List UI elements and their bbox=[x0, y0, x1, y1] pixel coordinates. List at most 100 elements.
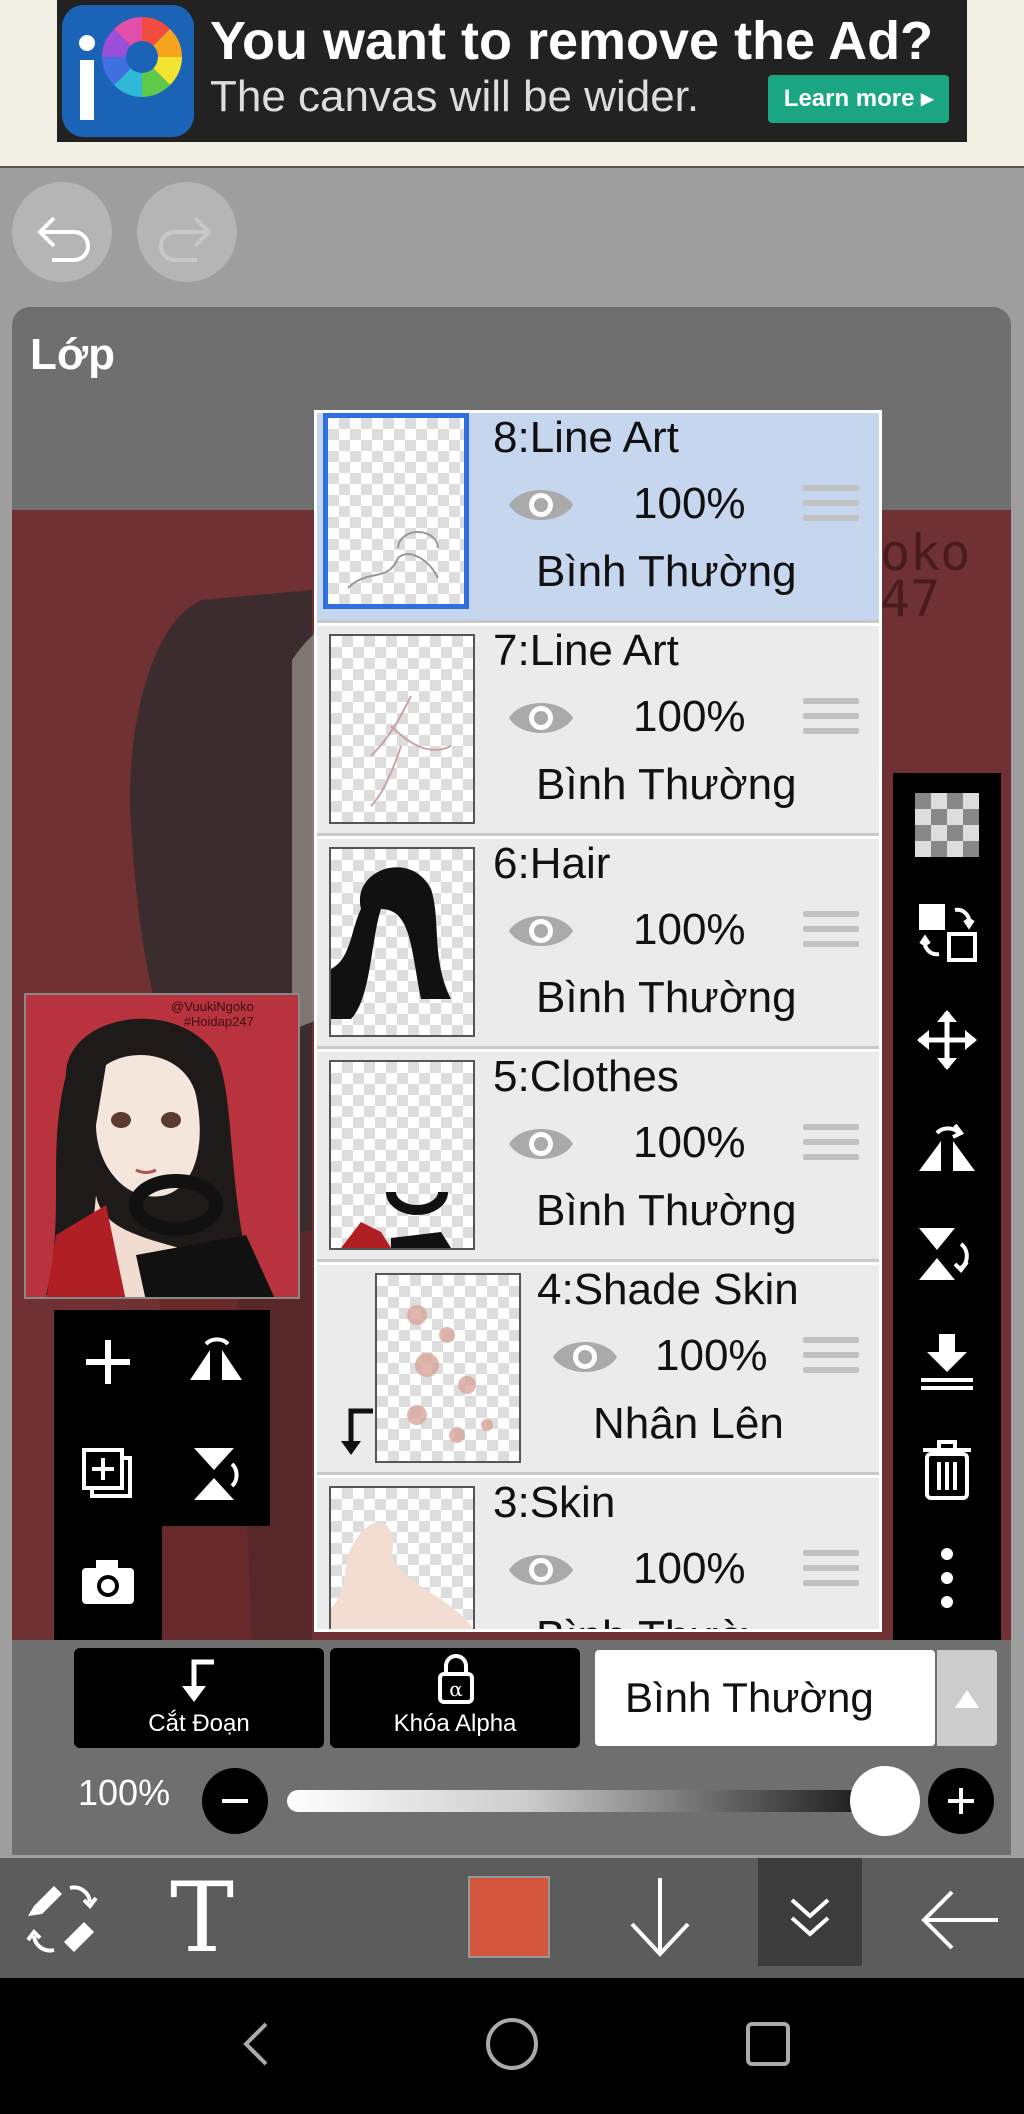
more-vertical-icon bbox=[941, 1548, 953, 1608]
alpha-lock-button[interactable]: α Khóa Alpha bbox=[330, 1648, 580, 1748]
layer-row[interactable]: 3:Skin 100% Bình Thườ... bbox=[317, 1478, 879, 1629]
layer-blend-mode: Bình Thườ... bbox=[536, 1612, 784, 1629]
layer-thumbnail[interactable] bbox=[329, 847, 475, 1037]
arrow-left-icon bbox=[921, 1890, 998, 1950]
layer-thumbnail[interactable] bbox=[323, 413, 469, 609]
canvas-preview[interactable]: @VuukiNgoko #Hoidap247 bbox=[24, 993, 300, 1299]
camera-import-button[interactable] bbox=[76, 1550, 140, 1614]
current-color-swatch[interactable] bbox=[468, 1876, 550, 1958]
eye-icon[interactable] bbox=[505, 692, 577, 744]
nav-home-button[interactable] bbox=[484, 2016, 540, 2072]
tool-switch-button[interactable] bbox=[20, 1876, 104, 1960]
layer-panel-toggle-button[interactable] bbox=[758, 1858, 862, 1966]
layer-list[interactable]: 8:Line Art 100% Bình Thường 7:Line Art 1… bbox=[314, 410, 882, 1632]
flip-horizontal-button[interactable] bbox=[915, 1115, 979, 1179]
alpha-lock-label: Khóa Alpha bbox=[393, 1710, 517, 1737]
flip-layer-horizontal-button[interactable] bbox=[184, 1330, 248, 1394]
transparent-fill-button[interactable] bbox=[915, 793, 979, 857]
move-icon bbox=[917, 1010, 977, 1070]
watermark-line-2: #Hoidap247 bbox=[183, 1014, 254, 1029]
chevron-double-down-icon bbox=[790, 1898, 830, 1937]
layer-row[interactable]: 4:Shade Skin 100% Nhân Lên bbox=[317, 1265, 879, 1475]
merge-down-icon bbox=[921, 1334, 973, 1390]
text-tool-icon[interactable]: T bbox=[170, 1868, 250, 1968]
drag-handle-icon[interactable] bbox=[803, 911, 859, 957]
layer-row[interactable]: 8:Line Art 100% Bình Thường bbox=[317, 413, 879, 623]
nav-home-icon bbox=[486, 2018, 538, 2070]
merge-down-button[interactable] bbox=[915, 1330, 979, 1394]
layer-opacity: 100% bbox=[633, 479, 746, 528]
redo-button[interactable] bbox=[137, 182, 237, 282]
svg-text:α: α bbox=[449, 1677, 463, 1701]
blend-mode-dropdown-button[interactable] bbox=[937, 1650, 997, 1746]
swap-layer-button[interactable] bbox=[915, 900, 979, 964]
layer-thumbnail[interactable] bbox=[329, 1060, 475, 1250]
layer-row[interactable]: 6:Hair 100% Bình Thường bbox=[317, 839, 879, 1049]
clipping-button[interactable]: Cắt Đoạn bbox=[74, 1648, 324, 1748]
brush-eraser-swap-icon bbox=[26, 1885, 98, 1953]
drag-handle-icon[interactable] bbox=[803, 1550, 859, 1596]
layer-blend-mode: Bình Thường bbox=[536, 1186, 797, 1235]
layer-row[interactable]: 5:Clothes 100% Bình Thường bbox=[317, 1052, 879, 1262]
opacity-slider-handle[interactable] bbox=[850, 1766, 920, 1836]
ad-title[interactable]: You want to remove the Ad? bbox=[210, 10, 933, 72]
redo-icon bbox=[159, 216, 212, 262]
clipping-icon bbox=[182, 1659, 214, 1702]
back-button[interactable] bbox=[920, 1880, 1002, 1960]
nav-back-button[interactable] bbox=[236, 2016, 276, 2072]
swap-layers-icon bbox=[919, 904, 977, 962]
panel-title: Lớp bbox=[30, 330, 116, 379]
eye-icon[interactable] bbox=[505, 479, 577, 531]
checkerboard-icon bbox=[915, 793, 979, 857]
layer-name: 8:Line Art bbox=[493, 413, 679, 462]
ad-subtitle[interactable]: The canvas will be wider. bbox=[210, 72, 699, 122]
clipping-arrow-icon bbox=[341, 1408, 373, 1455]
delete-layer-button[interactable] bbox=[915, 1438, 979, 1502]
layer-name: 5:Clothes bbox=[493, 1052, 679, 1101]
nav-recents-icon bbox=[746, 2022, 790, 2066]
drag-handle-icon[interactable] bbox=[803, 1124, 859, 1170]
opacity-value: 100% bbox=[78, 1772, 171, 1813]
flip-vertical-icon bbox=[919, 1228, 969, 1280]
blend-mode-select[interactable]: Bình Thường bbox=[595, 1650, 935, 1746]
layer-blend-mode: Bình Thường bbox=[536, 547, 797, 596]
layer-opacity: 100% bbox=[655, 1331, 768, 1380]
eye-icon[interactable] bbox=[505, 1544, 577, 1596]
duplicate-layer-button[interactable] bbox=[76, 1442, 140, 1506]
triangle-up-icon bbox=[955, 1690, 979, 1708]
opacity-decrease-button[interactable] bbox=[202, 1768, 268, 1834]
layer-thumbnail[interactable] bbox=[329, 634, 475, 824]
move-layer-button[interactable] bbox=[915, 1008, 979, 1072]
undo-button[interactable] bbox=[12, 182, 112, 282]
drag-handle-icon[interactable] bbox=[803, 698, 859, 744]
layer-row[interactable]: 7:Line Art 100% Bình Thường bbox=[317, 626, 879, 836]
opacity-slider[interactable] bbox=[287, 1790, 885, 1812]
flip-layer-vertical-button[interactable] bbox=[184, 1442, 248, 1506]
ibispaint-logo-icon[interactable] bbox=[62, 5, 194, 137]
eye-icon[interactable] bbox=[505, 1118, 577, 1170]
layer-thumbnail[interactable] bbox=[375, 1273, 521, 1463]
drag-handle-icon[interactable] bbox=[803, 485, 859, 531]
layer-blend-mode: Bình Thường bbox=[536, 973, 797, 1022]
layer-opacity: 100% bbox=[633, 1544, 746, 1593]
flip-vertical-button[interactable] bbox=[915, 1222, 979, 1286]
layer-down-button[interactable] bbox=[620, 1872, 700, 1962]
layer-thumbnail[interactable] bbox=[329, 1486, 475, 1629]
more-options-button[interactable] bbox=[915, 1546, 979, 1610]
add-layer-button[interactable] bbox=[76, 1330, 140, 1394]
flip-vertical-icon bbox=[194, 1448, 239, 1500]
layer-name: 6:Hair bbox=[493, 839, 611, 888]
canvas-watermark-fragment: oko 47 bbox=[880, 524, 971, 628]
drag-handle-icon[interactable] bbox=[803, 1337, 859, 1383]
opacity-increase-button[interactable] bbox=[928, 1768, 994, 1834]
layer-name: 3:Skin bbox=[493, 1478, 616, 1527]
layer-opacity: 100% bbox=[633, 1118, 746, 1167]
layer-name: 7:Line Art bbox=[493, 626, 679, 675]
eye-icon[interactable] bbox=[549, 1331, 621, 1383]
eye-icon[interactable] bbox=[505, 905, 577, 957]
layer-name: 4:Shade Skin bbox=[537, 1265, 799, 1314]
trash-icon bbox=[923, 1440, 971, 1500]
ad-learn-more-button[interactable]: Learn more ▸ bbox=[768, 75, 949, 123]
nav-recents-button[interactable] bbox=[744, 2020, 792, 2068]
layer-opacity: 100% bbox=[633, 905, 746, 954]
